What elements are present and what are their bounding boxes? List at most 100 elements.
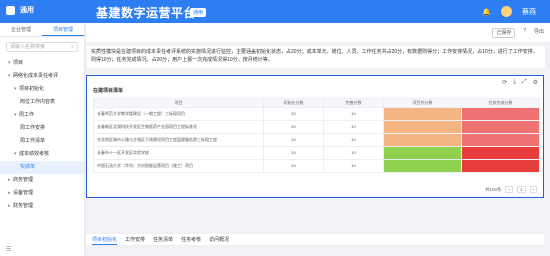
env-badge: 通用	[190, 8, 207, 17]
help-icon[interactable]: ?	[523, 28, 526, 38]
work-score-cell	[383, 107, 462, 121]
table-header-row: 项目 初始化分数 完善分数 项目作分数 任务完成分数	[93, 98, 540, 108]
expand-icon[interactable]: ⤢	[522, 79, 527, 86]
search-icon: ⌕	[71, 44, 74, 50]
subtab-tasks[interactable]: 任务清单	[153, 234, 173, 245]
tree-item-label: 商务管理	[13, 177, 34, 183]
mode-label[interactable]: 通用	[20, 5, 34, 15]
table-row[interactable]: 长春市十一区开发区实验学校 20 10	[93, 146, 540, 160]
complete-score-cell: 10	[323, 159, 384, 173]
subtab-assess[interactable]: 任务考核	[181, 234, 201, 245]
project-name-cell[interactable]: 长春师范大学教学楼建设（一期工程）三标段项目	[93, 107, 264, 121]
tree-item[interactable]: ▸ 设备管理	[0, 187, 84, 200]
sidebar: 企业管理 项目管理 请输入名称搜索 ⌕ ▾ 项目 ▾ 网络化成本责任考评 ▾ 项目初始…	[0, 23, 85, 256]
tree-item[interactable]: ▾ 项目初始化	[0, 83, 84, 96]
tree-item-label: 实绩单	[20, 164, 36, 170]
work-score-cell	[383, 146, 462, 160]
task-score-cell	[461, 159, 540, 173]
user-name[interactable]: 蔡燕	[522, 7, 536, 17]
task-score-cell	[461, 133, 540, 147]
next-page-button[interactable]: ›	[529, 186, 537, 193]
tab-bar-actions: 己保存 ? 导出	[492, 28, 544, 38]
sub-tabs: 项目初始化 工作安排 任务清单 任务考核 访问概况	[86, 234, 544, 246]
tree-item-label: 岗位工作内容表	[20, 99, 56, 105]
tab-project[interactable]: 项目管理	[42, 23, 84, 36]
complete-score-cell: 10	[323, 107, 384, 121]
task-score-cell	[461, 146, 540, 160]
collapse-icon[interactable]: ☰	[6, 246, 11, 253]
tree-item-label: 网络化成本责任考评	[13, 73, 59, 79]
complete-score-cell: 10	[323, 146, 384, 160]
task-score-cell	[461, 120, 540, 134]
project-name-cell[interactable]: 长春市十一区开发区实验学校	[93, 146, 264, 160]
card-toolbar: ⟳ ⤓ ⤢ ⚙	[502, 79, 538, 86]
avatar[interactable]	[501, 6, 512, 17]
column-header[interactable]: 任务完成分数	[461, 98, 540, 108]
prev-page-button[interactable]: ‹	[505, 186, 513, 193]
bell-icon[interactable]: 🔔	[482, 8, 491, 16]
tree-item[interactable]: 岗位工作内容表	[0, 96, 84, 109]
init-score-cell: 20	[263, 159, 324, 173]
search-placeholder: 请输入名称搜索	[10, 44, 46, 50]
tab-bar: 己保存 ? 导出	[86, 23, 550, 42]
card-title: 在建项目清单	[93, 88, 124, 94]
work-score-cell	[383, 133, 462, 147]
table-row[interactable]: 中国石油大学（华东）方向智能运营项目（施工）项目 20 10	[93, 159, 540, 173]
init-score-cell: 20	[263, 120, 324, 134]
export-button[interactable]: 导出	[534, 28, 544, 38]
complete-score-cell: 10	[323, 133, 384, 147]
tree-item-label: 成本绩效考核	[19, 151, 50, 157]
table-row[interactable]: 长春新区北湖科技开发区生物医药产业园项目工程标准化 20 10	[93, 120, 540, 134]
pagination: 共100条 ‹ 1 ›	[485, 186, 537, 193]
init-score-cell: 20	[263, 146, 324, 160]
table-row[interactable]: 长春师范大学教学楼建设（一期工程）三标段项目 20 10	[93, 107, 540, 121]
download-icon[interactable]: ⤓	[513, 79, 516, 86]
column-header[interactable]: 项目作分数	[383, 98, 462, 108]
tab-enterprise[interactable]: 企业管理	[0, 23, 42, 36]
tree-item-label: 设备管理	[13, 190, 34, 196]
init-score-cell: 20	[263, 133, 324, 147]
work-score-cell	[383, 159, 462, 173]
init-score-cell: 20	[263, 107, 324, 121]
settings-icon[interactable]: ⚙	[533, 79, 538, 86]
project-name-cell[interactable]: 中国石油大学（华东）方向智能运营项目（施工）项目	[93, 159, 264, 173]
subtab-work[interactable]: 工作安排	[125, 234, 145, 245]
tree-item-label: 项目	[13, 60, 24, 66]
sidebar-search-input[interactable]: 请输入名称搜索 ⌕	[6, 42, 78, 52]
tree-item[interactable]: 周工作清单	[0, 135, 84, 148]
total-count: 共100条	[484, 186, 502, 192]
project-name-cell[interactable]: 东北地区城市公路与主城区干线建设项目工程监理服务第三标段工程	[93, 133, 264, 147]
tree-item-label: 周工作清单	[20, 138, 46, 144]
tree-item[interactable]: ▾ 网络化成本责任考评	[0, 70, 84, 83]
tree-item-label: 项目初始化	[19, 86, 45, 92]
top-actions: 🔔 蔡燕	[482, 6, 536, 17]
column-header[interactable]: 初始化分数	[263, 98, 324, 108]
subtab-visits[interactable]: 访问概况	[209, 234, 229, 245]
tree-item[interactable]: 周工作安排	[0, 122, 84, 135]
work-score-cell	[383, 120, 462, 134]
topbar: 通用 基建数字运营平台 通用 🔔 蔡燕	[0, 0, 550, 23]
complete-score-cell: 10	[323, 120, 384, 134]
tree-item[interactable]: ▾ 周工作	[0, 109, 84, 122]
column-header[interactable]: 完善分数	[323, 98, 384, 108]
tree-item[interactable]: ▾ 项目	[0, 57, 84, 70]
subtab-init[interactable]: 项目初始化	[92, 234, 118, 245]
save-button[interactable]: 己保存	[492, 28, 516, 38]
project-list-card: ⟳ ⤓ ⤢ ⚙ 在建项目清单 项目 初始化分数 完善分数 项目作分数 任务完成分…	[86, 75, 544, 198]
page-number[interactable]: 1	[516, 186, 526, 193]
tree-item[interactable]: ▾ 成本绩效考核	[0, 148, 84, 161]
table-row[interactable]: 东北地区城市公路与主城区干线建设项目工程监理服务第三标段工程 20 10	[93, 133, 540, 147]
logo-icon	[6, 5, 15, 15]
sidebar-tabs: 企业管理 项目管理	[0, 23, 84, 37]
column-header[interactable]: 项目	[93, 98, 264, 108]
app-title: 基建数字运营平台	[96, 6, 197, 20]
task-score-cell	[461, 107, 540, 121]
brand[interactable]: 通用	[6, 5, 34, 15]
tree-item-active[interactable]: 实绩单	[0, 161, 84, 174]
module-description: 实质性模块是在建项目的成本责任考评系统的实施情况进行监控，主要涵盖初始化状态，占…	[87, 46, 545, 68]
tree-item-label: 周工作安排	[20, 125, 46, 131]
refresh-icon[interactable]: ⟳	[502, 79, 507, 86]
tree-item[interactable]: ▸ 财务管理	[0, 200, 84, 213]
project-name-cell[interactable]: 长春新区北湖科技开发区生物医药产业园项目工程标准化	[93, 120, 264, 134]
tree-item[interactable]: ▸ 商务管理	[0, 174, 84, 187]
